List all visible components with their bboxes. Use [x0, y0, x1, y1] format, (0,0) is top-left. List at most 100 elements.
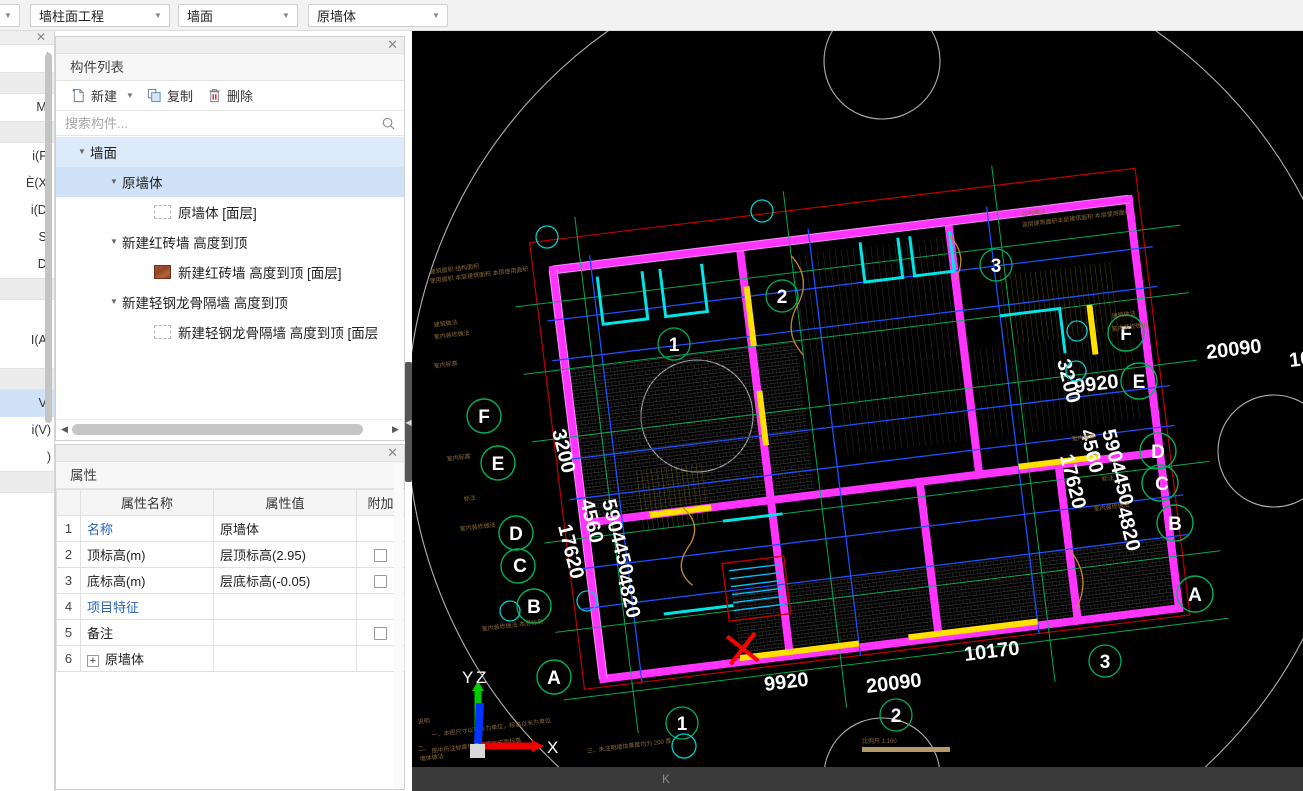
property-name-cell[interactable]: 顶标高(m) [80, 541, 214, 568]
left-partial-menu-panel[interactable]: ✕ )M)i(F)È(X)i(D)S)D))I(A)V)i(V)) [0, 31, 55, 791]
grid-label-2-bottom: 2 [891, 706, 902, 727]
left-menu-item[interactable]: ) [0, 444, 54, 471]
tree-item-label: 新建轻钢龙骨隔墙 高度到顶 [122, 296, 288, 311]
new-button[interactable]: 新建 [65, 84, 123, 108]
row-index: 4 [56, 593, 81, 620]
properties-table: 属性名称 属性值 附加 1 名称 原墙体 2 顶标高(m) 层顶标高(2.95) 3 底标高(… [56, 489, 405, 672]
component-tree[interactable]: ▼ 墙面 ▼ 原墙体 原墙体 [面层] ▼ 新建红砖墙 高度到顶 新建红砖墙 高度到顶 [面层… [56, 137, 404, 418]
delete-button[interactable]: 删除 [201, 84, 259, 108]
ucs-label-x: X [547, 738, 558, 757]
close-icon[interactable]: ✕ [387, 36, 398, 53]
copy-button[interactable]: 复制 [141, 84, 199, 108]
chevron-down-icon[interactable]: ▼ [1, 11, 15, 20]
col-prop-name: 属性名称 [80, 489, 214, 516]
svg-text:比例尺 1:100: 比例尺 1:100 [862, 737, 897, 745]
attach-checkbox[interactable] [374, 627, 387, 641]
properties-row[interactable]: 5 备注 [56, 619, 405, 646]
chevron-down-icon[interactable]: ▼ [279, 11, 293, 20]
ucs-label-z: Z [476, 668, 486, 687]
grid-label-E-left: E [492, 454, 505, 475]
col-prop-value: 属性值 [213, 489, 357, 516]
search-icon[interactable] [381, 116, 396, 131]
tree-expand-chevron-icon[interactable]: ▼ [74, 137, 90, 167]
close-icon[interactable]: ✕ [36, 31, 46, 44]
hscroll-thumb[interactable] [72, 424, 363, 435]
copy-button-label: 复制 [166, 89, 193, 104]
scroll-right-icon[interactable]: ▶ [388, 424, 403, 435]
search-component-row[interactable] [56, 111, 404, 136]
grid-label-2-top: 2 [777, 287, 788, 308]
cad-drawing-svg[interactable]: 20090 9920 10170 3200 4560 5904450 17620… [412, 31, 1303, 767]
dropdown-category-value: 墙面 [187, 9, 214, 24]
tree-item-label: 原墙体 [122, 176, 163, 191]
grid-label-A-left: A [547, 668, 561, 689]
tree-expand-chevron-icon[interactable]: ▼ [106, 287, 122, 317]
tree-item[interactable]: 原墙体 [面层] [56, 197, 404, 227]
tree-item-label: 新建红砖墙 高度到顶 [面层] [178, 266, 342, 281]
scroll-left-icon[interactable]: ◀ [57, 424, 72, 435]
new-dropdown-chevron-icon[interactable]: ▼ [126, 91, 134, 100]
property-name-cell[interactable]: 底标高(m) [80, 567, 214, 594]
grid-label-1-bottom: 1 [677, 714, 688, 735]
search-input[interactable] [65, 115, 381, 131]
panel-splitter-handle[interactable]: ◀ [405, 362, 412, 482]
component-tree-hscrollbar[interactable]: ◀ ▶ [57, 419, 403, 439]
dropdown-category[interactable]: 墙面 ▼ [178, 4, 298, 27]
grid-label-B: B [1168, 514, 1182, 535]
property-value-cell[interactable] [213, 645, 357, 672]
expand-plus-icon[interactable]: + [87, 654, 99, 667]
hscroll-track[interactable] [72, 420, 388, 440]
attach-checkbox[interactable] [374, 549, 387, 563]
properties-scrollbar[interactable] [394, 463, 403, 788]
chevron-down-icon[interactable]: ▼ [151, 11, 165, 20]
tree-item[interactable]: 新建轻钢龙骨隔墙 高度到顶 [面层 [56, 317, 404, 347]
properties-row[interactable]: 3 底标高(m) 层底标高(-0.05) [56, 567, 405, 594]
close-icon[interactable]: ✕ [387, 444, 398, 461]
cad-status-bar[interactable]: K [412, 767, 1303, 791]
grid-label-3-bottom: 3 [1100, 652, 1111, 673]
properties-panel: ✕ 属性 属性名称 属性值 附加 1 名称 原墙体 2 顶标高(m) 层顶标高(2.95)… [55, 444, 405, 790]
component-list-panel: ✕ 构件列表 新建 ▼ 复制 删除 搜索构件... ▼ 墙面 ▼ 原墙体 原墙体… [55, 36, 405, 441]
row-index: 3 [56, 567, 81, 594]
properties-row[interactable]: 4 项目特征 [56, 593, 405, 620]
attach-checkbox[interactable] [374, 575, 387, 589]
properties-row[interactable]: 6 + 原墙体 [56, 645, 405, 672]
tree-item[interactable]: ▼ 新建红砖墙 高度到顶 [56, 227, 404, 257]
dropdown-discipline[interactable]: 墙柱面工程 ▼ [30, 4, 170, 27]
component-list-titlebar: ✕ [56, 37, 404, 54]
properties-row[interactable]: 2 顶标高(m) 层顶标高(2.95) [56, 541, 405, 568]
left-panel-scrollbar[interactable] [45, 53, 52, 423]
tree-item[interactable]: ▼ 新建轻钢龙骨隔墙 高度到顶 [56, 287, 404, 317]
property-value-cell[interactable] [213, 619, 357, 646]
properties-row[interactable]: 1 名称 原墙体 [56, 515, 405, 542]
property-name-cell[interactable]: 项目特征 [80, 593, 214, 620]
dropdown-discipline-value: 墙柱面工程 [39, 9, 105, 24]
tree-item[interactable]: ▼ 墙面 [56, 137, 404, 167]
top-toolbar: ▼ 墙柱面工程 ▼ 墙面 ▼ 原墙体 ▼ [0, 0, 1303, 31]
tree-expand-chevron-icon[interactable]: ▼ [106, 227, 122, 257]
property-name-cell[interactable]: + 原墙体 [80, 645, 214, 672]
tree-item-label: 新建轻钢龙骨隔墙 高度到顶 [面层 [178, 326, 379, 341]
tree-item-label: 新建红砖墙 高度到顶 [122, 236, 248, 251]
grid-label-A: A [1188, 585, 1202, 606]
copy-icon [147, 88, 162, 103]
component-list-title: 构件列表 [56, 54, 404, 81]
property-value-cell[interactable] [213, 593, 357, 620]
tree-item[interactable]: 新建红砖墙 高度到顶 [面层] [56, 257, 404, 287]
tree-item[interactable]: ▼ 原墙体 [56, 167, 404, 197]
dropdown-component[interactable]: 原墙体 ▼ [308, 4, 448, 27]
row-index: 6 [56, 645, 81, 672]
tree-expand-chevron-icon[interactable]: ▼ [106, 167, 122, 197]
properties-titlebar: ✕ [56, 445, 404, 462]
property-name-cell[interactable]: 名称 [80, 515, 214, 542]
property-value-cell[interactable]: 层顶标高(2.95) [213, 541, 357, 568]
chevron-down-icon[interactable]: ▼ [429, 11, 443, 20]
property-name-cell[interactable]: 备注 [80, 619, 214, 646]
property-value-cell[interactable]: 原墙体 [213, 515, 357, 542]
grid-label-C-left: C [513, 556, 527, 577]
property-value-cell[interactable]: 层底标高(-0.05) [213, 567, 357, 594]
dropdown-partial[interactable]: ▼ [0, 4, 20, 27]
cad-drawing-viewport[interactable]: 20090 9920 10170 3200 4560 5904450 17620… [412, 31, 1303, 767]
dropdown-component-value: 原墙体 [317, 9, 357, 24]
component-list-toolbar: 新建 ▼ 复制 删除 [56, 81, 404, 111]
